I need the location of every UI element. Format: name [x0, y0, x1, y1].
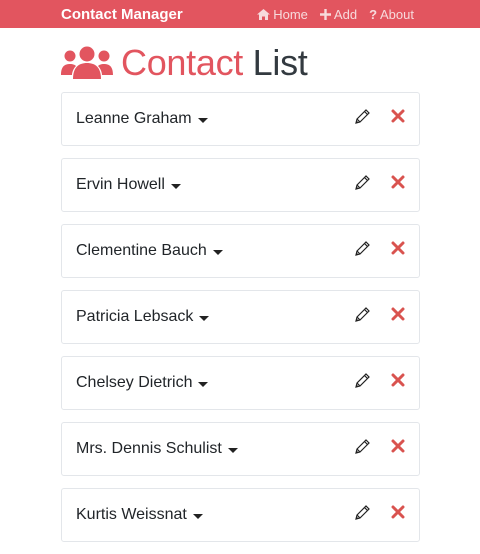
pencil-icon[interactable] — [353, 174, 371, 192]
times-icon[interactable] — [390, 306, 406, 322]
nav-links: Home Add ? About — [257, 0, 414, 28]
contact-name-toggle[interactable]: Ervin Howell — [76, 176, 181, 194]
contact-name: Leanne Graham — [76, 110, 192, 127]
users-icon — [61, 46, 113, 79]
contact-name: Kurtis Weissnat — [76, 506, 187, 523]
contact-card: Clementine Bauch — [61, 224, 420, 278]
brand[interactable]: Contact Manager — [61, 6, 183, 23]
nav-about-label: About — [380, 6, 414, 22]
caret-down-icon — [170, 184, 181, 189]
page-title-text: Contact List — [121, 42, 308, 84]
caret-down-icon — [198, 382, 209, 387]
contact-name: Patricia Lebsack — [76, 308, 194, 325]
nav-home-label: Home — [273, 6, 308, 22]
caret-down-icon — [197, 118, 208, 123]
pencil-icon[interactable] — [353, 240, 371, 258]
contact-card: Ervin Howell — [61, 158, 420, 212]
contact-name: Mrs. Dennis Schulist — [76, 440, 222, 457]
contact-card: Chelsey Dietrich — [61, 356, 420, 410]
pencil-icon[interactable] — [353, 504, 371, 522]
page-title: Contact List — [61, 42, 308, 84]
times-icon[interactable] — [390, 372, 406, 388]
contact-card: Mrs. Dennis Schulist — [61, 422, 420, 476]
times-icon[interactable] — [390, 240, 406, 256]
contact-name-toggle[interactable]: Leanne Graham — [76, 110, 208, 128]
contact-card: Leanne Graham — [61, 92, 420, 146]
pencil-icon[interactable] — [353, 108, 371, 126]
times-icon[interactable] — [390, 504, 406, 520]
contact-name-toggle[interactable]: Mrs. Dennis Schulist — [76, 440, 238, 458]
contact-name: Ervin Howell — [76, 176, 165, 193]
contact-name: Chelsey Dietrich — [76, 374, 193, 391]
question-icon: ? — [369, 6, 378, 22]
contact-name-toggle[interactable]: Kurtis Weissnat — [76, 506, 203, 524]
pencil-icon[interactable] — [353, 438, 371, 456]
contact-card: Patricia Lebsack — [61, 290, 420, 344]
nav-add-link[interactable]: Add — [319, 6, 358, 22]
plus-icon — [319, 8, 331, 20]
contact-name: Clementine Bauch — [76, 242, 207, 259]
times-icon[interactable] — [390, 438, 406, 454]
nav-about-link[interactable]: ? About — [369, 7, 414, 22]
page-title-accent: Contact — [121, 42, 243, 83]
pencil-icon[interactable] — [353, 306, 371, 324]
pencil-icon[interactable] — [353, 372, 371, 390]
nav-add-label: Add — [333, 6, 358, 22]
contact-name-toggle[interactable]: Chelsey Dietrich — [76, 374, 209, 392]
caret-down-icon — [227, 448, 238, 453]
contact-name-toggle[interactable]: Patricia Lebsack — [76, 308, 210, 326]
nav-home-link[interactable]: Home — [257, 7, 308, 22]
contact-card: Kurtis Weissnat — [61, 488, 420, 542]
home-icon — [257, 8, 271, 20]
times-icon[interactable] — [390, 108, 406, 124]
times-icon[interactable] — [390, 174, 406, 190]
caret-down-icon — [192, 514, 203, 519]
contact-name-toggle[interactable]: Clementine Bauch — [76, 242, 223, 260]
caret-down-icon — [212, 250, 223, 255]
navbar: Contact Manager Home Add ? About — [0, 0, 480, 28]
contact-list: Leanne Graham Ervin Howell Clementine Ba… — [61, 92, 420, 554]
caret-down-icon — [199, 316, 210, 321]
page-title-rest: List — [252, 42, 308, 83]
